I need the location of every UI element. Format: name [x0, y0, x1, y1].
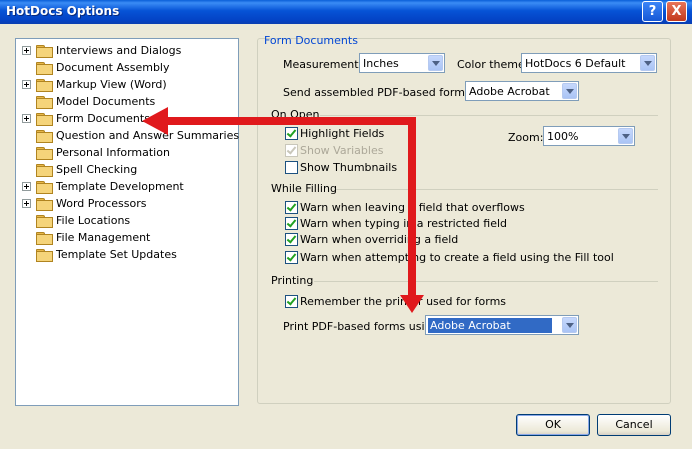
- tree-item-label: Template Development: [56, 180, 184, 193]
- folder-icon: [36, 197, 53, 211]
- folder-icon: [36, 146, 53, 160]
- tree-item[interactable]: Spell Checking: [22, 161, 137, 178]
- print-forms-select[interactable]: Adobe Acrobat: [425, 315, 579, 335]
- folder-icon: [36, 61, 53, 75]
- tree-item-label: Document Assembly: [56, 61, 170, 74]
- tree-item[interactable]: File Locations: [22, 212, 130, 229]
- tree-item[interactable]: Word Processors: [22, 195, 146, 212]
- tree-item-label: Question and Answer Summaries: [56, 129, 240, 142]
- folder-icon: [36, 163, 53, 177]
- measurements-value: Inches: [363, 57, 399, 70]
- folder-icon: [36, 78, 53, 92]
- color-theme-select[interactable]: HotDocs 6 Default: [521, 53, 657, 73]
- chevron-down-icon[interactable]: [562, 83, 577, 99]
- group-divider: [320, 115, 658, 116]
- tree-item-label: Word Processors: [56, 197, 147, 210]
- printing-group-title: Printing: [271, 274, 314, 287]
- tree-item-label: Interviews and Dialogs: [56, 44, 182, 57]
- highlight-fields-label: Highlight Fields: [300, 127, 385, 140]
- send-forms-select[interactable]: Adobe Acrobat: [465, 81, 579, 101]
- options-tree[interactable]: Interviews and Dialogs Document Assembly M…: [15, 38, 239, 406]
- warn-fill-tool-checkbox[interactable]: [285, 251, 298, 264]
- tree-item[interactable]: Personal Information: [22, 144, 170, 161]
- measurements-label: Measurements:: [283, 58, 368, 71]
- tree-item[interactable]: File Management: [22, 229, 150, 246]
- expand-plus-icon[interactable]: [22, 199, 31, 208]
- folder-icon: [36, 180, 53, 194]
- folder-icon: [36, 95, 53, 109]
- tree-item[interactable]: Model Documents: [22, 93, 155, 110]
- send-forms-value: Adobe Acrobat: [469, 85, 550, 98]
- show-thumbnails-checkbox[interactable]: [285, 161, 298, 174]
- show-variables-checkbox: [285, 144, 298, 157]
- close-button[interactable]: X: [666, 1, 687, 22]
- warn-overflow-checkbox[interactable]: [285, 201, 298, 214]
- tree-item[interactable]: Form Documents: [22, 110, 150, 127]
- chevron-down-icon[interactable]: [640, 55, 655, 71]
- print-forms-value: Adobe Acrobat: [428, 318, 552, 333]
- zoom-value: 100%: [547, 130, 579, 143]
- title-bar: HotDocs Options ? X: [0, 0, 692, 24]
- warn-restricted-label: Warn when typing in a restricted field: [300, 217, 508, 230]
- expand-plus-icon[interactable]: [22, 80, 31, 89]
- on-open-group-title: On Open: [271, 108, 320, 121]
- tree-item[interactable]: Document Assembly: [22, 59, 170, 76]
- show-thumbnails-label: Show Thumbnails: [300, 161, 398, 174]
- while-filling-group-title: While Filling: [271, 182, 337, 195]
- zoom-label: Zoom:: [508, 131, 544, 144]
- chevron-down-icon[interactable]: [428, 55, 443, 71]
- tree-item[interactable]: Question and Answer Summaries: [22, 127, 239, 144]
- tree-item-label: Spell Checking: [56, 163, 138, 176]
- tree-item[interactable]: Interviews and Dialogs: [22, 42, 181, 59]
- tree-item-label: Markup View (Word): [56, 78, 167, 91]
- tree-item[interactable]: Template Development: [22, 178, 184, 195]
- group-divider: [336, 189, 658, 190]
- folder-icon: [36, 214, 53, 228]
- warn-overflow-label: Warn when leaving a field that overflows: [300, 201, 525, 214]
- tree-item-label: File Management: [56, 231, 151, 244]
- zoom-select[interactable]: 100%: [543, 126, 635, 146]
- tree-item-label: Personal Information: [56, 146, 170, 159]
- tree-item-label: Template Set Updates: [56, 248, 177, 261]
- folder-icon: [36, 129, 53, 143]
- warn-override-checkbox[interactable]: [285, 233, 298, 246]
- tree-item-label: Form Documents: [56, 112, 150, 125]
- warn-override-label: Warn when overriding a field: [300, 233, 459, 246]
- folder-icon: [36, 44, 53, 58]
- form-documents-group-title: Form Documents: [264, 34, 358, 47]
- warn-restricted-checkbox[interactable]: [285, 217, 298, 230]
- tree-item-label: Model Documents: [56, 95, 156, 108]
- show-variables-label: Show Variables: [300, 144, 384, 157]
- group-divider: [314, 281, 658, 282]
- remember-printer-label: Remember the printer used for forms: [300, 295, 507, 308]
- folder-icon: [36, 248, 53, 262]
- ok-button[interactable]: OK: [516, 414, 590, 436]
- window-title: HotDocs Options: [6, 4, 120, 18]
- tree-item[interactable]: Template Set Updates: [22, 246, 177, 263]
- send-forms-label: Send assembled PDF-based forms to:: [283, 86, 489, 99]
- help-button[interactable]: ?: [642, 1, 663, 22]
- print-forms-label: Print PDF-based forms using:: [283, 320, 443, 333]
- chevron-down-icon[interactable]: [562, 317, 577, 333]
- chevron-down-icon[interactable]: [618, 128, 633, 144]
- warn-fill-tool-label: Warn when attempting to create a field u…: [300, 251, 614, 264]
- highlight-fields-checkbox[interactable]: [285, 127, 298, 140]
- cancel-button[interactable]: Cancel: [597, 414, 671, 436]
- expand-plus-icon[interactable]: [22, 46, 31, 55]
- expand-plus-icon[interactable]: [22, 114, 31, 123]
- folder-icon: [36, 231, 53, 245]
- color-theme-label: Color theme:: [457, 58, 529, 71]
- tree-item-label: File Locations: [56, 214, 131, 227]
- remember-printer-checkbox[interactable]: [285, 295, 298, 308]
- folder-icon: [36, 112, 53, 126]
- tree-item[interactable]: Markup View (Word): [22, 76, 167, 93]
- color-theme-value: HotDocs 6 Default: [525, 57, 626, 70]
- measurements-select[interactable]: Inches: [359, 53, 445, 73]
- expand-plus-icon[interactable]: [22, 182, 31, 191]
